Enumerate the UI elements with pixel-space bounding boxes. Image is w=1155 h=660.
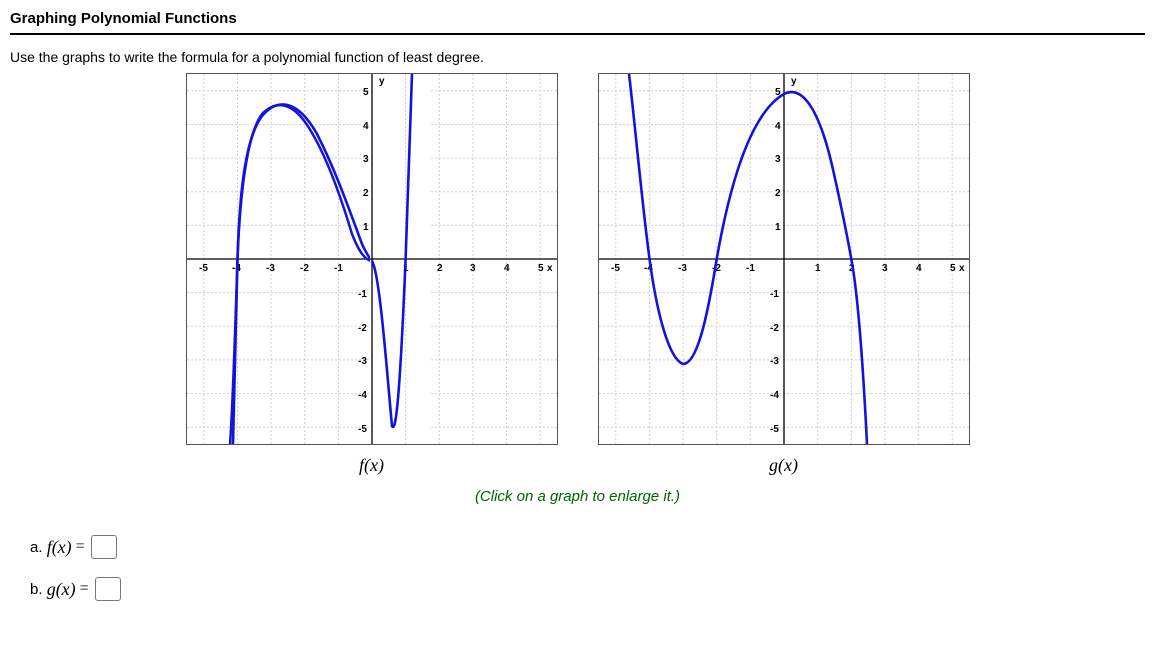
svg-text:1: 1 <box>775 222 781 233</box>
graph-block-f: y x 5 4 3 2 1 -1 -2 -3 -4 -5 -5 -4 -3 -2… <box>186 73 558 476</box>
equals-sign: = <box>76 538 85 556</box>
svg-text:4: 4 <box>916 263 922 274</box>
answer-line-b: b. g(x) = <box>30 577 1145 601</box>
svg-text:4: 4 <box>775 121 781 132</box>
graph-g[interactable]: y x 5 4 3 2 1 -1 -2 -3 -4 -5 -5 -4 -2 -3… <box>598 73 970 445</box>
svg-text:3: 3 <box>775 154 781 165</box>
svg-text:-4: -4 <box>770 390 779 401</box>
svg-text:1: 1 <box>815 263 821 274</box>
svg-text:-1: -1 <box>770 289 779 300</box>
answer-line-a: a. f(x) = <box>30 535 1145 559</box>
svg-text:x: x <box>959 263 965 274</box>
answer-a-fn: f(x) <box>47 537 72 558</box>
svg-text:-5: -5 <box>611 263 620 274</box>
svg-text:-2: -2 <box>770 323 779 334</box>
click-note: (Click on a graph to enlarge it.) <box>10 488 1145 505</box>
svg-text:y: y <box>791 76 797 87</box>
svg-text:y: y <box>379 76 385 87</box>
answers-block: a. f(x) = b. g(x) = <box>30 535 1145 601</box>
graph-g-label: g(x) <box>769 455 798 476</box>
answer-a-letter: a. <box>30 539 43 556</box>
instructions-text: Use the graphs to write the formula for … <box>10 49 1145 65</box>
svg-text:5: 5 <box>950 263 956 274</box>
graph-f[interactable]: y x 5 4 3 2 1 -1 -2 -3 -4 -5 -5 -4 -3 -2… <box>186 73 558 445</box>
svg-text:-5: -5 <box>770 424 779 435</box>
svg-text:3: 3 <box>882 263 888 274</box>
equals-sign: = <box>80 580 89 598</box>
page-title: Graphing Polynomial Functions <box>10 10 1145 35</box>
graphs-row: y x 5 4 3 2 1 -1 -2 -3 -4 -5 -5 -4 -3 -2… <box>10 73 1145 476</box>
answer-b-letter: b. <box>30 581 43 598</box>
svg-text:-3: -3 <box>678 263 687 274</box>
svg-text:-3: -3 <box>770 356 779 367</box>
graph-block-g: y x 5 4 3 2 1 -1 -2 -3 -4 -5 -5 -4 -2 -3… <box>598 73 970 476</box>
graph-f-label: f(x) <box>359 455 384 476</box>
answer-a-input[interactable] <box>91 535 117 559</box>
answer-b-input[interactable] <box>95 577 121 601</box>
svg-text:-1: -1 <box>746 263 755 274</box>
svg-text:2: 2 <box>775 188 781 199</box>
answer-b-fn: g(x) <box>47 579 76 600</box>
